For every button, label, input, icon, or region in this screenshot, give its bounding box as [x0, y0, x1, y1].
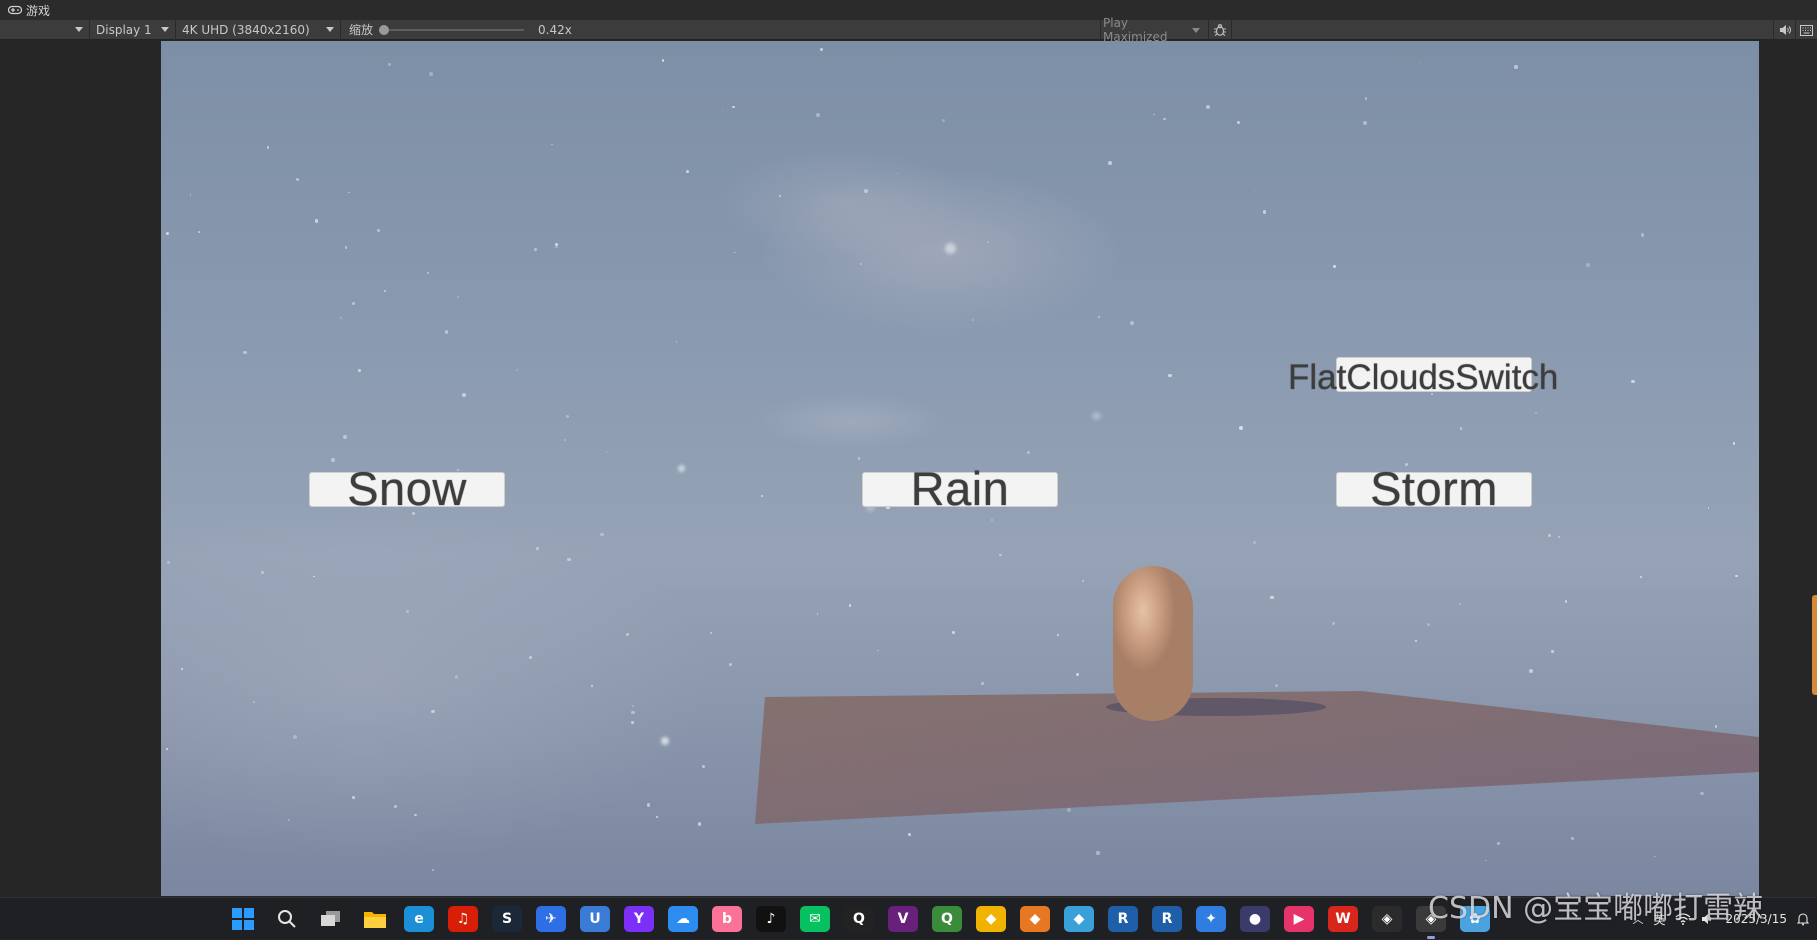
display-dropdown[interactable]: Display 1 — [90, 19, 176, 40]
chevron-down-icon — [161, 27, 169, 32]
qgis-icon[interactable]: Q — [932, 906, 962, 932]
scale-value: 0.42x — [538, 22, 572, 37]
app-pink-icon[interactable]: ▶ — [1284, 906, 1314, 932]
resolution-value: 4K UHD (3840x2160) — [182, 22, 310, 37]
play-mode-value: Play Maximized — [1103, 16, 1168, 44]
chevron-down-icon — [1192, 27, 1200, 33]
storm-button[interactable]: Storm — [1336, 465, 1532, 512]
bilibili-icon[interactable]: b — [712, 906, 742, 932]
visual-studio-icon[interactable]: V — [888, 906, 918, 932]
game-view-mode-dropdown[interactable] — [0, 19, 90, 40]
baidu-netdisk-icon[interactable]: ☁ — [668, 906, 698, 932]
taskbar-apps: e ♫ S ✈ U Y ☁ b ♪ ✉ Q V Q ◆ ◆ ◆ R R ✦ ● ▶ W ◈ ◈ ✿ — [228, 906, 1490, 939]
snow-button[interactable]: Snow — [309, 465, 505, 512]
keyboard-icon — [1800, 24, 1813, 36]
notification-bell-icon[interactable] — [1797, 912, 1809, 926]
qq-icon[interactable]: Q — [844, 906, 874, 932]
unity-hub-icon[interactable]: ◈ — [1372, 906, 1402, 932]
chevron-down-icon — [75, 27, 83, 32]
bug-icon — [1214, 24, 1226, 36]
play-mode-dropdown[interactable]: Play Maximized — [1100, 16, 1204, 44]
wechat-icon[interactable]: ✉ — [800, 906, 830, 932]
search-icon[interactable] — [272, 906, 302, 932]
rain-button-label: Rain — [910, 462, 1010, 515]
speaker-icon — [1779, 25, 1791, 35]
revit-1-icon[interactable]: R — [1108, 906, 1138, 932]
netease-music-icon[interactable]: ♫ — [448, 906, 478, 932]
revit-2-icon[interactable]: R — [1152, 906, 1182, 932]
mute-audio-button[interactable] — [1773, 20, 1795, 40]
scale-control: 缩放 0.42x — [341, 21, 572, 38]
wps-icon[interactable]: W — [1328, 906, 1358, 932]
windows-start-icon[interactable] — [228, 906, 258, 932]
file-explorer-icon[interactable] — [360, 906, 390, 932]
resolution-dropdown[interactable]: 4K UHD (3840x2160) — [176, 19, 341, 40]
flat-clouds-switch-label: FlatCloudsSwitch — [1288, 358, 1559, 397]
storm-button-label: Storm — [1370, 462, 1498, 515]
scale-slider[interactable] — [379, 24, 525, 35]
snow-button-label: Snow — [347, 462, 467, 515]
chevron-down-icon — [326, 27, 334, 32]
csdn-watermark: CSDN @宝宝嘟嘟打雷辣 — [1428, 891, 1764, 926]
tiktok-icon[interactable]: ♪ — [756, 906, 786, 932]
feishu-icon[interactable]: ✈ — [536, 906, 566, 932]
game-viewport[interactable]: Snow Rain Storm FlatCloudsSwitch — [161, 41, 1759, 896]
app-bird-icon[interactable]: ✦ — [1196, 906, 1226, 932]
capsule-player — [1113, 566, 1193, 721]
display-value: Display 1 — [96, 22, 152, 37]
task-view-icon[interactable] — [316, 906, 346, 932]
side-notification-tab[interactable] — [1812, 595, 1817, 695]
window-title: 游戏 — [26, 3, 51, 18]
app-yellow-icon[interactable]: ◆ — [976, 906, 1006, 932]
app-u-icon[interactable]: U — [580, 906, 610, 932]
stats-toggle-button[interactable] — [1795, 20, 1817, 40]
app-cyan-icon[interactable]: ◆ — [1064, 906, 1094, 932]
app-cat-icon[interactable]: ● — [1240, 906, 1270, 932]
scale-label: 缩放 — [349, 23, 374, 37]
edge-icon[interactable]: e — [404, 906, 434, 932]
stats-button[interactable] — [1208, 20, 1232, 40]
rain-button[interactable]: Rain — [862, 465, 1058, 512]
gamepad-icon — [8, 5, 22, 15]
toolbar-right-buttons — [1773, 20, 1817, 40]
scale-slider-handle[interactable] — [379, 24, 390, 35]
game-view-toolbar: Display 1 4K UHD (3840x2160) 缩放 0.42x Pl… — [0, 16, 1817, 44]
app-orange-icon[interactable]: ◆ — [1020, 906, 1050, 932]
window-title-bar: 游戏 — [0, 0, 1817, 20]
app-y-icon[interactable]: Y — [624, 906, 654, 932]
steam-icon[interactable]: S — [492, 906, 522, 932]
